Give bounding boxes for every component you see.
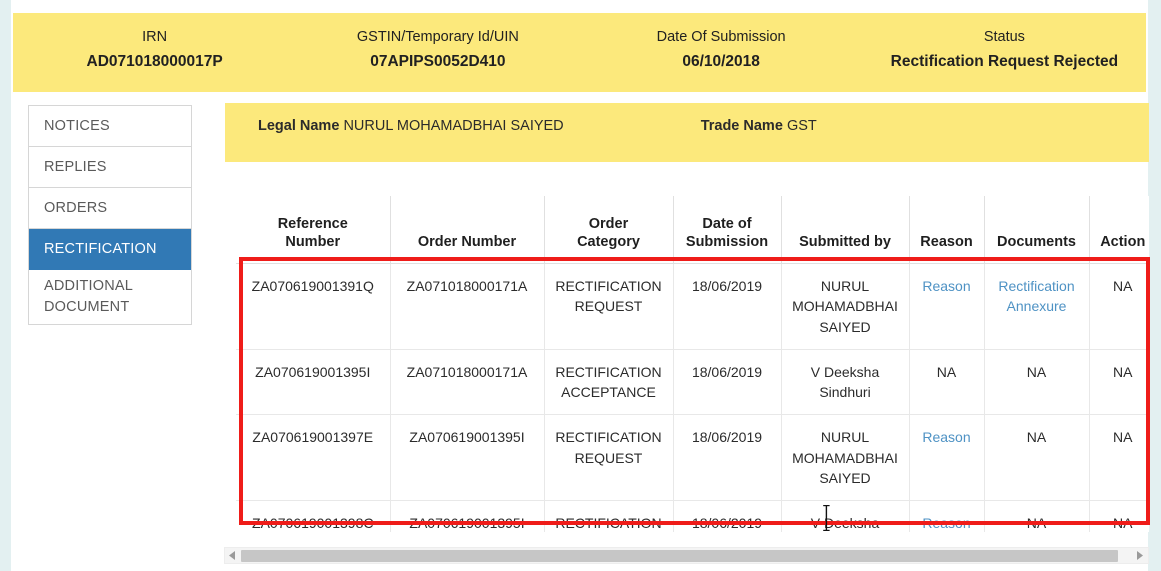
cell-order-category: RECTIFICATION ACCEPTANCE [544, 349, 674, 416]
cell-documents: NA [984, 349, 1090, 416]
cell-order-number: ZA071018000171A [390, 263, 545, 350]
legal-name-label: Legal Name [258, 118, 340, 134]
column-header-documents: Documents [984, 196, 1090, 264]
sidebar-item-label: ADDITIONAL [44, 277, 134, 294]
cell-reason: NA [909, 349, 985, 416]
summary-field-status: Status Rectification Request Rejected [863, 27, 1146, 73]
sidebar-item-rectification[interactable]: RECTIFICATION [29, 229, 191, 270]
table-row: ZA070619001398C ZA070619001395I RECTIFIC… [236, 500, 1149, 532]
sidebar-nav: NOTICES REPLIES ORDERS RECTIFICATION ADD… [28, 105, 192, 325]
scroll-left-arrow-icon[interactable] [225, 548, 240, 563]
sidebar-item-replies[interactable]: REPLIES [29, 147, 191, 188]
scroll-right-arrow-icon[interactable] [1133, 548, 1148, 563]
page-content-panel: IRN AD071018000017P GSTIN/Temporary Id/U… [11, 0, 1150, 571]
rectification-table-scroll-area[interactable]: Reference Number Order Number Order Cate… [236, 196, 1149, 532]
summary-value-date-of-submission: 06/10/2018 [682, 53, 760, 71]
sidebar-item-label: RECTIFICATION [44, 241, 157, 257]
column-header-date-of-submission: Date of Submission [673, 196, 782, 264]
trade-name-value: GST [786, 118, 817, 134]
cell-submitted-by: NURUL MOHAMADBHAI SAIYED [781, 414, 910, 502]
rectification-table: Reference Number Order Number Order Cate… [236, 196, 1149, 532]
cell-reference-number: ZA070619001397E [236, 414, 391, 502]
scrollbar-thumb[interactable] [241, 549, 1118, 562]
sidebar-item-orders[interactable]: ORDERS [29, 188, 191, 229]
cell-date-of-submission: 18/06/2019 [673, 414, 782, 502]
summary-label-irn: IRN [142, 29, 168, 45]
table-header-row: Reference Number Order Number Order Cate… [236, 196, 1149, 264]
sidebar-item-notices[interactable]: NOTICES [29, 106, 191, 147]
cell-order-number: ZA071018000171A [390, 349, 545, 416]
summary-value-gstin: 07APIPS0052D410 [370, 53, 506, 71]
cell-reason: Reason [909, 500, 985, 532]
reason-link[interactable]: Reason [922, 429, 970, 445]
summary-value-irn: AD071018000017P [86, 53, 223, 71]
sidebar-item-additional-document[interactable]: ADDITIONAL DOCUMENT [29, 270, 191, 324]
trade-name-field: Trade Name GST [701, 118, 817, 134]
cell-order-category: RECTIFICATION REQUEST [544, 414, 674, 502]
sidebar-item-label: ORDERS [44, 200, 108, 216]
cell-documents: NA [984, 414, 1090, 502]
cell-action: NA [1089, 500, 1149, 532]
cell-documents: Rectification Annexure [984, 263, 1090, 350]
cell-submitted-by: V Deeksha Sindhuri [781, 349, 910, 416]
summary-field-irn: IRN AD071018000017P [13, 27, 296, 73]
cell-action: NA [1089, 349, 1149, 416]
column-header-reason: Reason [909, 196, 985, 264]
cell-action: NA [1089, 263, 1149, 350]
cell-order-number: ZA070619001395I [390, 414, 545, 502]
cell-order-number: ZA070619001395I [390, 500, 545, 532]
reason-link[interactable]: Reason [922, 515, 970, 531]
column-header-order-category: Order Category [544, 196, 674, 264]
horizontal-scrollbar[interactable] [224, 547, 1149, 564]
table-row: ZA070619001395I ZA071018000171A RECTIFIC… [236, 349, 1149, 416]
summary-label-gstin: GSTIN/Temporary Id/UIN [356, 29, 519, 45]
column-header-reference-number: Reference Number [236, 196, 391, 264]
trade-name-label: Trade Name [700, 118, 783, 134]
cell-date-of-submission: 18/06/2019 [673, 263, 782, 350]
cell-reference-number: ZA070619001395I [236, 349, 391, 416]
cell-reference-number: ZA070619001398C [236, 500, 391, 532]
table-row: ZA070619001391Q ZA071018000171A RECTIFIC… [236, 263, 1149, 350]
cell-order-category: RECTIFICATION REJECTION [544, 500, 674, 532]
summary-field-date-of-submission: Date Of Submission 06/10/2018 [580, 27, 863, 73]
status-badge: Rectification Request Rejected [890, 53, 1119, 71]
summary-label-date-of-submission: Date Of Submission [656, 29, 786, 45]
sidebar-item-label: NOTICES [44, 118, 110, 134]
case-summary-bar: IRN AD071018000017P GSTIN/Temporary Id/U… [13, 13, 1146, 92]
cell-order-category: RECTIFICATION REQUEST [544, 263, 674, 350]
cell-submitted-by: V Deeksha Sindhuri [781, 500, 910, 532]
table-body: ZA070619001391Q ZA071018000171A RECTIFIC… [236, 263, 1149, 532]
column-header-order-number: Order Number [390, 196, 545, 264]
cell-action: NA [1089, 414, 1149, 502]
summary-field-gstin: GSTIN/Temporary Id/UIN 07APIPS0052D410 [296, 27, 579, 73]
reason-link[interactable]: Reason [922, 278, 970, 294]
taxpayer-info-bar: Legal Name NURUL MOHAMADBHAI SAIYED Trad… [225, 103, 1149, 162]
cell-documents: NA [984, 500, 1090, 532]
cell-date-of-submission: 18/06/2019 [673, 349, 782, 416]
summary-label-status: Status [983, 29, 1025, 45]
cell-reason: Reason [909, 263, 985, 350]
sidebar-item-label: REPLIES [44, 159, 107, 175]
legal-name-field: Legal Name NURUL MOHAMADBHAI SAIYED [258, 118, 564, 134]
column-header-action: Action [1089, 196, 1149, 264]
cell-submitted-by: NURUL MOHAMADBHAI SAIYED [781, 263, 910, 350]
legal-name-value: NURUL MOHAMADBHAI SAIYED [343, 118, 564, 134]
sidebar-item-label-line2: DOCUMENT [44, 299, 130, 315]
column-header-submitted-by: Submitted by [781, 196, 910, 264]
table-row: ZA070619001397E ZA070619001395I RECTIFIC… [236, 414, 1149, 502]
cell-reference-number: ZA070619001391Q [236, 263, 391, 350]
cell-date-of-submission: 18/06/2019 [673, 500, 782, 532]
documents-link[interactable]: Rectification Annexure [998, 278, 1074, 314]
cell-reason: Reason [909, 414, 985, 502]
